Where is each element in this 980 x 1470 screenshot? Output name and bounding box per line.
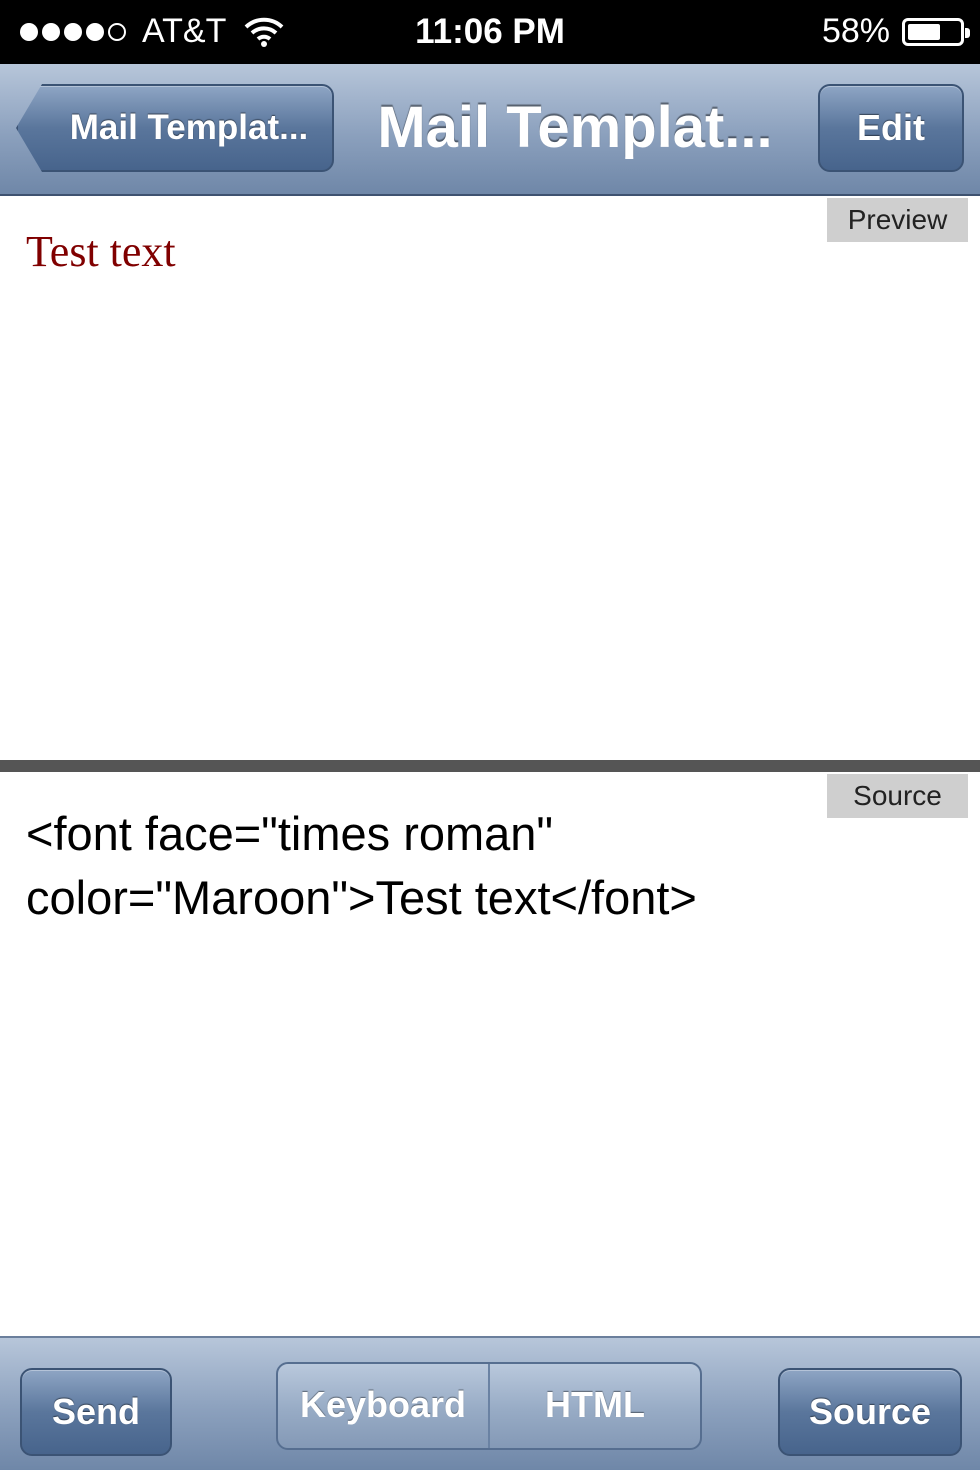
bottom-toolbar: Send Keyboard HTML Source	[0, 1336, 980, 1470]
back-button-label: Mail Templat...	[69, 108, 309, 147]
battery-percent: 58%	[821, 12, 890, 50]
edit-button[interactable]: Edit	[818, 84, 964, 172]
status-bar: AT&T 11:06 PM 58%	[0, 0, 980, 64]
send-button[interactable]: Send	[20, 1368, 172, 1456]
battery-status: 58%	[821, 12, 970, 51]
preview-tag: Preview	[827, 198, 968, 242]
html-segment[interactable]: HTML	[488, 1364, 700, 1448]
navigation-bar: Mail Templat... Mail Templat... Edit	[0, 64, 980, 196]
back-button[interactable]: Mail Templat...	[16, 84, 334, 172]
source-code-text[interactable]: <font face="times roman" color="Maroon">…	[26, 802, 926, 930]
pane-divider[interactable]	[0, 760, 980, 772]
preview-pane[interactable]: Preview Test text	[0, 196, 980, 760]
keyboard-segment[interactable]: Keyboard	[278, 1364, 488, 1448]
preview-text: Test text	[26, 227, 176, 276]
view-mode-segmented-control: Keyboard HTML	[276, 1362, 702, 1450]
source-editor[interactable]: Source <font face="times roman" color="M…	[0, 772, 980, 1336]
source-button[interactable]: Source	[778, 1368, 962, 1456]
page-title: Mail Templat...	[377, 95, 773, 160]
battery-icon	[902, 17, 970, 46]
